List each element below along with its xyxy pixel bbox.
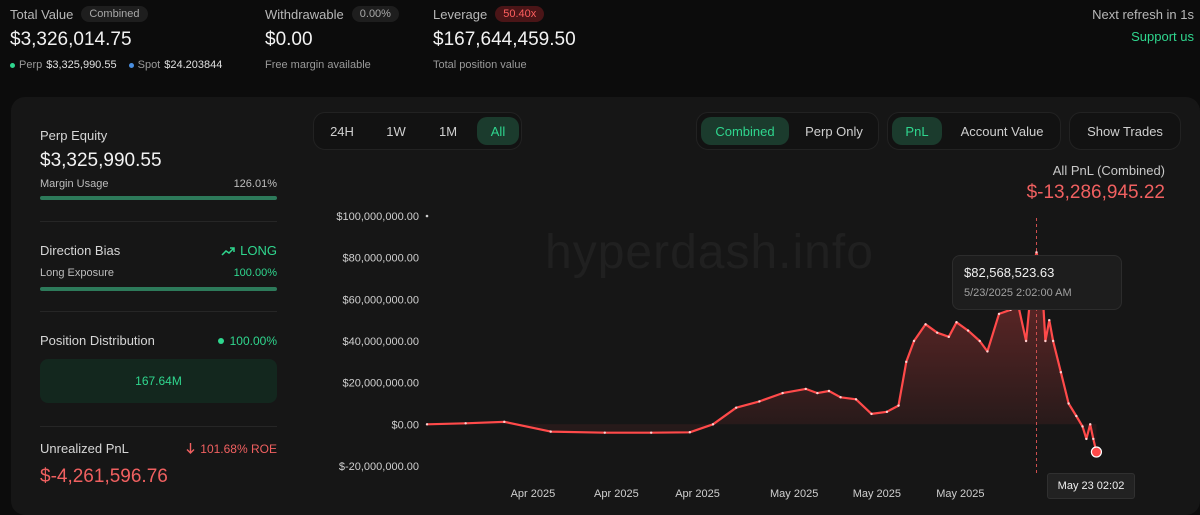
margin-usage-value: 126.01% [233,178,277,190]
margin-usage-label: Margin Usage [40,178,109,190]
unrealized-pnl-label: Unrealized PnL [40,441,129,456]
margin-usage-bar [40,196,277,200]
spot-dot-icon [128,62,134,68]
leverage-badge: 50.40x [495,6,545,22]
metric-selector: PnL Account Value [887,112,1061,150]
mode-selector: Combined Perp Only [696,112,879,150]
range-24h-button[interactable]: 24H [318,117,366,145]
crosshair-x-label: May 23 02:02 [1047,473,1135,499]
arrow-down-icon [186,443,195,454]
long-exposure-value: 100.00% [233,267,277,279]
combined-badge: Combined [81,6,148,22]
spot-label: Spot [137,59,161,71]
withdrawable-label: Withdrawable [265,6,344,22]
account-summary: Total Value Combined $3,326,014.75 Perp $… [0,0,1200,95]
trend-up-icon [221,246,235,256]
distribution-percent: 100.00% [229,333,277,348]
combined-button[interactable]: Combined [701,117,789,145]
leverage-sub: Total position value [433,59,527,71]
leverage-label: Leverage [433,6,488,22]
direction-bias-card: Direction Bias LONG Long Exposure 100.00… [40,243,277,291]
tooltip-time: 5/23/2025 2:02:00 AM [964,287,1072,299]
total-value: $3,326,014.75 [10,29,132,50]
perp-value: $3,325,990.55 [46,59,117,71]
withdrawable-badge: 0.00% [351,6,399,22]
show-trades-button[interactable]: Show Trades [1074,117,1176,145]
tooltip-value: $82,568,523.63 [964,265,1055,280]
perp-equity-card: Perp Equity $3,325,990.55 Margin Usage 1… [40,128,277,200]
unrealized-pnl-card: Unrealized PnL 101.68% ROE $-4,261,596.7… [40,441,277,488]
perp-only-button[interactable]: Perp Only [793,117,875,145]
range-1m-button[interactable]: 1M [424,117,472,145]
range-selector: 24H 1W 1M All [313,112,522,150]
pnl-button[interactable]: PnL [892,117,942,145]
range-all-button[interactable]: All [477,117,519,145]
support-link[interactable]: Support us [1131,29,1194,44]
total-value-label: Total Value [10,6,74,22]
direction-bias-label: Direction Bias [40,243,121,258]
status-dot-icon [217,337,224,344]
withdrawable-sub: Free margin available [265,59,371,71]
long-exposure-label: Long Exposure [40,267,114,279]
total-value-stat: Total Value Combined $3,326,014.75 Perp $… [10,6,222,71]
spot-value: $24.203844 [164,59,223,71]
perp-label: Perp [19,59,43,71]
show-trades-group: Show Trades [1069,112,1181,150]
chart-title: All PnL (Combined) [1052,163,1165,178]
divider [40,426,277,427]
perp-equity-value: $3,325,990.55 [40,150,162,171]
withdrawable-stat: Withdrawable 0.00% $0.00 Free margin avai… [265,6,399,71]
direction-bias-value: LONG [240,243,277,258]
perp-dot-icon [10,62,15,68]
chart-total-pnl: $-13,286,945.22 [1026,182,1165,203]
leverage-stat: Leverage 50.40x $167,644,459.50 Total pos… [433,6,576,71]
position-distribution-label: Position Distribution [40,333,155,348]
position-distribution-card: Position Distribution 100.00% 167.64M [40,333,277,403]
unrealized-pnl-value: $-4,261,596.76 [40,466,168,487]
range-1w-button[interactable]: 1W [372,117,420,145]
long-exposure-bar [40,287,277,291]
divider [40,221,277,222]
account-value-button[interactable]: Account Value [946,117,1058,145]
position-value: $167,644,459.50 [433,29,576,50]
distribution-bar[interactable]: 167.64M [40,359,277,403]
perp-equity-label: Perp Equity [40,128,108,143]
chart-tooltip: $82,568,523.63 5/23/2025 2:02:00 AM [952,255,1122,310]
withdrawable-value: $0.00 [265,29,313,50]
refresh-countdown: Next refresh in 1s [1092,7,1194,22]
divider [40,311,277,312]
watermark: hyperdash.info [545,225,874,280]
roe-value: 101.68% ROE [200,441,277,456]
